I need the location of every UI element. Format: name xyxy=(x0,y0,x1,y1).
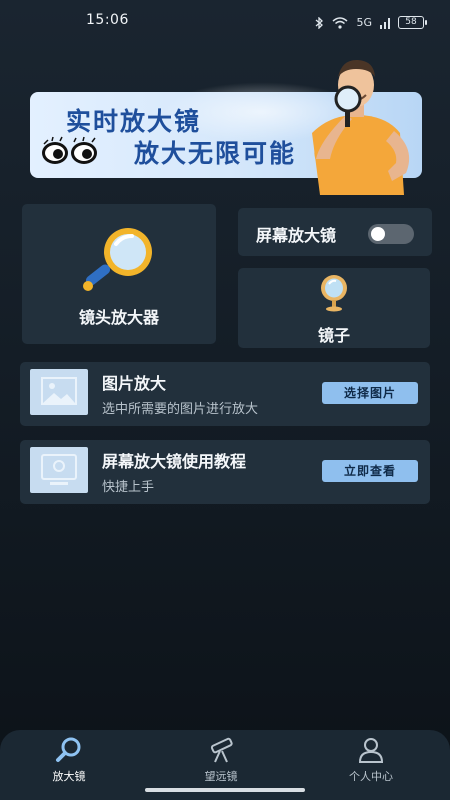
monitor-icon xyxy=(30,447,88,493)
photo-zoom-row[interactable]: 图片放大 选中所需要的图片进行放大 选择图片 xyxy=(20,362,430,426)
nav-tab-telescope[interactable]: 望远镜 xyxy=(176,736,266,792)
magnifier-icon xyxy=(83,228,152,291)
screen-magnifier-toggle[interactable] xyxy=(368,224,414,244)
image-icon xyxy=(30,369,88,415)
bluetooth-icon xyxy=(316,16,324,29)
nav-label: 望远镜 xyxy=(204,770,238,783)
signal-icon xyxy=(380,17,390,29)
banner-subtitle: 放大无限可能 xyxy=(134,139,297,168)
signal-label: 5G xyxy=(356,16,372,29)
telescope-icon xyxy=(210,737,233,763)
status-icons: 5G 58 xyxy=(314,16,427,29)
nav-tab-magnifier[interactable]: 放大镜 xyxy=(24,736,114,792)
nav-label: 个人中心 xyxy=(349,770,393,783)
status-time: 15:06 xyxy=(86,12,129,28)
screen-magnifier-label: 屏幕放大镜 xyxy=(256,226,337,245)
tutorial-row[interactable]: 屏幕放大镜使用教程 快捷上手 立即查看 xyxy=(20,440,430,504)
magnifier-icon xyxy=(56,737,81,762)
app-screen: 15:06 5G 58 实时放大镜 放大无限可能 镜头放大器 屏幕放大镜 镜子 … xyxy=(0,0,450,800)
home-indicator[interactable] xyxy=(145,788,305,792)
screen-magnifier-card: 屏幕放大镜 xyxy=(238,208,432,256)
select-image-button[interactable]: 选择图片 xyxy=(322,382,418,404)
person-icon xyxy=(358,738,384,763)
lens-magnifier-card[interactable]: 镜头放大器 xyxy=(22,204,216,344)
toggle-knob xyxy=(371,227,385,241)
nav-label: 放大镜 xyxy=(52,770,86,783)
lens-magnifier-label: 镜头放大器 xyxy=(78,308,159,327)
status-bar: 15:06 5G 58 xyxy=(0,8,450,36)
photo-zoom-subtitle: 选中所需要的图片进行放大 xyxy=(102,402,259,417)
battery-indicator: 58 xyxy=(398,16,427,29)
view-now-button[interactable]: 立即查看 xyxy=(322,460,418,482)
mirror-card[interactable]: 镜子 xyxy=(238,268,430,348)
banner-title: 实时放大镜 xyxy=(66,107,202,136)
mirror-icon xyxy=(321,275,347,312)
tutorial-title: 屏幕放大镜使用教程 xyxy=(102,452,247,471)
mirror-label: 镜子 xyxy=(317,326,350,345)
nav-tab-profile[interactable]: 个人中心 xyxy=(326,736,416,792)
wifi-icon xyxy=(332,16,348,29)
cartoon-person-illustration xyxy=(312,59,410,195)
photo-zoom-title: 图片放大 xyxy=(102,374,167,393)
tutorial-subtitle: 快捷上手 xyxy=(102,480,155,495)
cartoon-eyes-icon xyxy=(42,136,97,164)
